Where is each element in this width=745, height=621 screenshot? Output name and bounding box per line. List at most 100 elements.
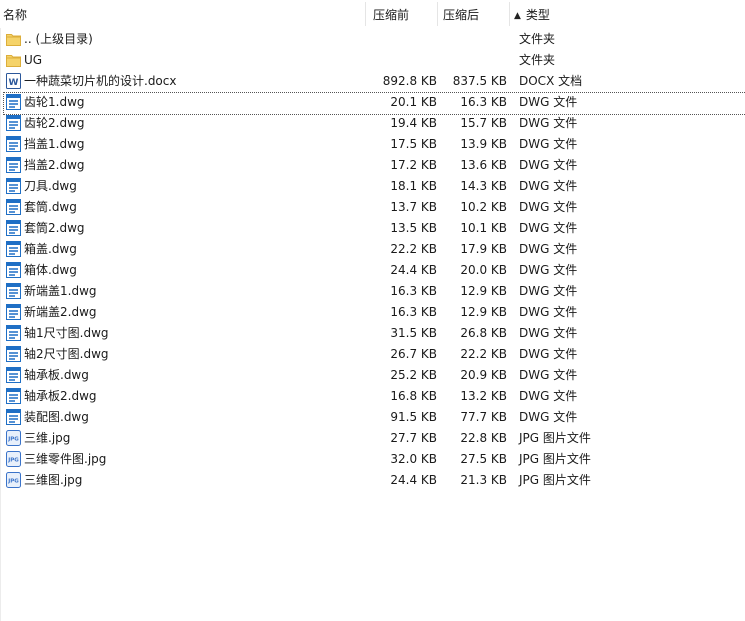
size-after: 17.9 KB xyxy=(460,242,507,256)
dwg-file-icon xyxy=(6,178,21,194)
file-row[interactable]: 新端盖1.dwg 16.3 KB 12.9 KB DWG 文件 xyxy=(0,281,745,302)
column-type-header[interactable]: ▲ 类型 xyxy=(514,0,550,28)
file-row[interactable]: JPG 三维零件图.jpg 32.0 KB 27.5 KB JPG 图片文件 xyxy=(0,449,745,470)
size-before: 892.8 KB xyxy=(382,74,437,88)
file-type: DOCX 文档 xyxy=(519,74,583,88)
dwg-file-icon xyxy=(6,199,21,215)
size-before: 19.4 KB xyxy=(390,116,437,130)
size-before: 16.3 KB xyxy=(390,305,437,319)
file-row[interactable]: 装配图.dwg 91.5 KB 77.7 KB DWG 文件 xyxy=(0,407,745,428)
file-type: DWG 文件 xyxy=(519,410,578,424)
file-row[interactable]: 齿轮1.dwg 20.1 KB 16.3 KB DWG 文件 xyxy=(0,92,745,115)
dwg-file-icon xyxy=(6,241,21,257)
file-row[interactable]: UG 文件夹 xyxy=(0,50,745,71)
file-type: JPG 图片文件 xyxy=(519,452,591,466)
file-name: 挡盖2.dwg xyxy=(24,158,85,172)
size-before: 91.5 KB xyxy=(390,410,437,424)
jpg-file-icon: JPG xyxy=(6,451,21,467)
file-row[interactable]: .. (上级目录) 文件夹 xyxy=(0,29,745,50)
size-after: 20.9 KB xyxy=(460,368,507,382)
file-type: JPG 图片文件 xyxy=(519,473,591,487)
dwg-file-icon xyxy=(6,262,21,278)
file-row[interactable]: 套筒.dwg 13.7 KB 10.2 KB DWG 文件 xyxy=(0,197,745,218)
size-after: 27.5 KB xyxy=(460,452,507,466)
dwg-file-icon xyxy=(6,115,21,131)
file-type: DWG 文件 xyxy=(519,326,578,340)
column-header: 名称 压缩前 压缩后 ▲ 类型 xyxy=(0,0,745,28)
file-name: 套筒2.dwg xyxy=(24,221,85,235)
size-after: 12.9 KB xyxy=(460,284,507,298)
size-after: 16.3 KB xyxy=(460,95,507,109)
dwg-file-icon xyxy=(6,283,21,299)
file-type: DWG 文件 xyxy=(519,221,578,235)
file-name: 新端盖1.dwg xyxy=(24,284,97,298)
file-row[interactable]: 刀具.dwg 18.1 KB 14.3 KB DWG 文件 xyxy=(0,176,745,197)
column-divider[interactable] xyxy=(437,2,438,26)
file-row[interactable]: 箱体.dwg 24.4 KB 20.0 KB DWG 文件 xyxy=(0,260,745,281)
file-row[interactable]: 箱盖.dwg 22.2 KB 17.9 KB DWG 文件 xyxy=(0,239,745,260)
svg-text:W: W xyxy=(9,78,19,88)
file-row[interactable]: 齿轮2.dwg 19.4 KB 15.7 KB DWG 文件 xyxy=(0,113,745,134)
file-type: JPG 图片文件 xyxy=(519,431,591,445)
file-name: 箱盖.dwg xyxy=(24,242,77,256)
word-doc-icon: W xyxy=(6,73,21,89)
file-row[interactable]: 轴2尺寸图.dwg 26.7 KB 22.2 KB DWG 文件 xyxy=(0,344,745,365)
size-before: 16.8 KB xyxy=(390,389,437,403)
file-row[interactable]: 挡盖1.dwg 17.5 KB 13.9 KB DWG 文件 xyxy=(0,134,745,155)
file-type: DWG 文件 xyxy=(519,368,578,382)
file-row[interactable]: 套筒2.dwg 13.5 KB 10.1 KB DWG 文件 xyxy=(0,218,745,239)
size-before: 22.2 KB xyxy=(390,242,437,256)
file-row[interactable]: 挡盖2.dwg 17.2 KB 13.6 KB DWG 文件 xyxy=(0,155,745,176)
file-row[interactable]: 新端盖2.dwg 16.3 KB 12.9 KB DWG 文件 xyxy=(0,302,745,323)
folder-icon xyxy=(6,31,21,47)
svg-text:JPG: JPG xyxy=(7,437,19,443)
file-row[interactable]: 轴1尺寸图.dwg 31.5 KB 26.8 KB DWG 文件 xyxy=(0,323,745,344)
svg-text:JPG: JPG xyxy=(7,458,19,464)
file-name: 装配图.dwg xyxy=(24,410,89,424)
file-type: DWG 文件 xyxy=(519,284,578,298)
file-type: 文件夹 xyxy=(519,53,556,67)
file-row[interactable]: 轴承板.dwg 25.2 KB 20.9 KB DWG 文件 xyxy=(0,365,745,386)
file-name: 挡盖1.dwg xyxy=(24,137,85,151)
file-row[interactable]: W 一种蔬菜切片机的设计.docx 892.8 KB 837.5 KB DOCX 文档 xyxy=(0,71,745,92)
file-type: DWG 文件 xyxy=(519,263,578,277)
file-name: 轴承板2.dwg xyxy=(24,389,97,403)
size-before: 27.7 KB xyxy=(390,431,437,445)
column-divider[interactable] xyxy=(365,2,366,26)
file-name: 轴承板.dwg xyxy=(24,368,89,382)
file-type: DWG 文件 xyxy=(519,347,578,361)
dwg-file-icon xyxy=(6,409,21,425)
column-after-header[interactable]: 压缩后 xyxy=(443,0,479,28)
size-after: 22.8 KB xyxy=(460,431,507,445)
dwg-file-icon xyxy=(6,157,21,173)
sort-ascending-icon: ▲ xyxy=(514,11,521,21)
size-after: 13.9 KB xyxy=(460,137,507,151)
size-after: 20.0 KB xyxy=(460,263,507,277)
file-name: 轴1尺寸图.dwg xyxy=(24,326,109,340)
file-name: 轴2尺寸图.dwg xyxy=(24,347,109,361)
svg-text:JPG: JPG xyxy=(7,479,19,485)
column-divider[interactable] xyxy=(509,2,510,26)
column-name-header[interactable]: 名称 xyxy=(3,0,27,28)
file-name: 三维图.jpg xyxy=(24,473,83,487)
file-name: 三维零件图.jpg xyxy=(24,452,107,466)
file-type: DWG 文件 xyxy=(519,116,578,130)
file-name: UG xyxy=(24,53,43,67)
size-after: 10.1 KB xyxy=(460,221,507,235)
size-before: 31.5 KB xyxy=(390,326,437,340)
file-row[interactable]: JPG 三维.jpg 27.7 KB 22.8 KB JPG 图片文件 xyxy=(0,428,745,449)
size-before: 20.1 KB xyxy=(390,95,437,109)
size-before: 17.2 KB xyxy=(390,158,437,172)
size-before: 26.7 KB xyxy=(390,347,437,361)
file-row[interactable]: 轴承板2.dwg 16.8 KB 13.2 KB DWG 文件 xyxy=(0,386,745,407)
file-row[interactable]: JPG 三维图.jpg 24.4 KB 21.3 KB JPG 图片文件 xyxy=(0,470,745,491)
dwg-file-icon xyxy=(6,367,21,383)
size-before: 24.4 KB xyxy=(390,473,437,487)
file-type: DWG 文件 xyxy=(519,200,578,214)
dwg-file-icon xyxy=(6,388,21,404)
file-type: DWG 文件 xyxy=(519,242,578,256)
file-name: .. (上级目录) xyxy=(24,32,93,46)
column-before-header[interactable]: 压缩前 xyxy=(373,0,409,28)
file-type: DWG 文件 xyxy=(519,305,578,319)
size-before: 16.3 KB xyxy=(390,284,437,298)
